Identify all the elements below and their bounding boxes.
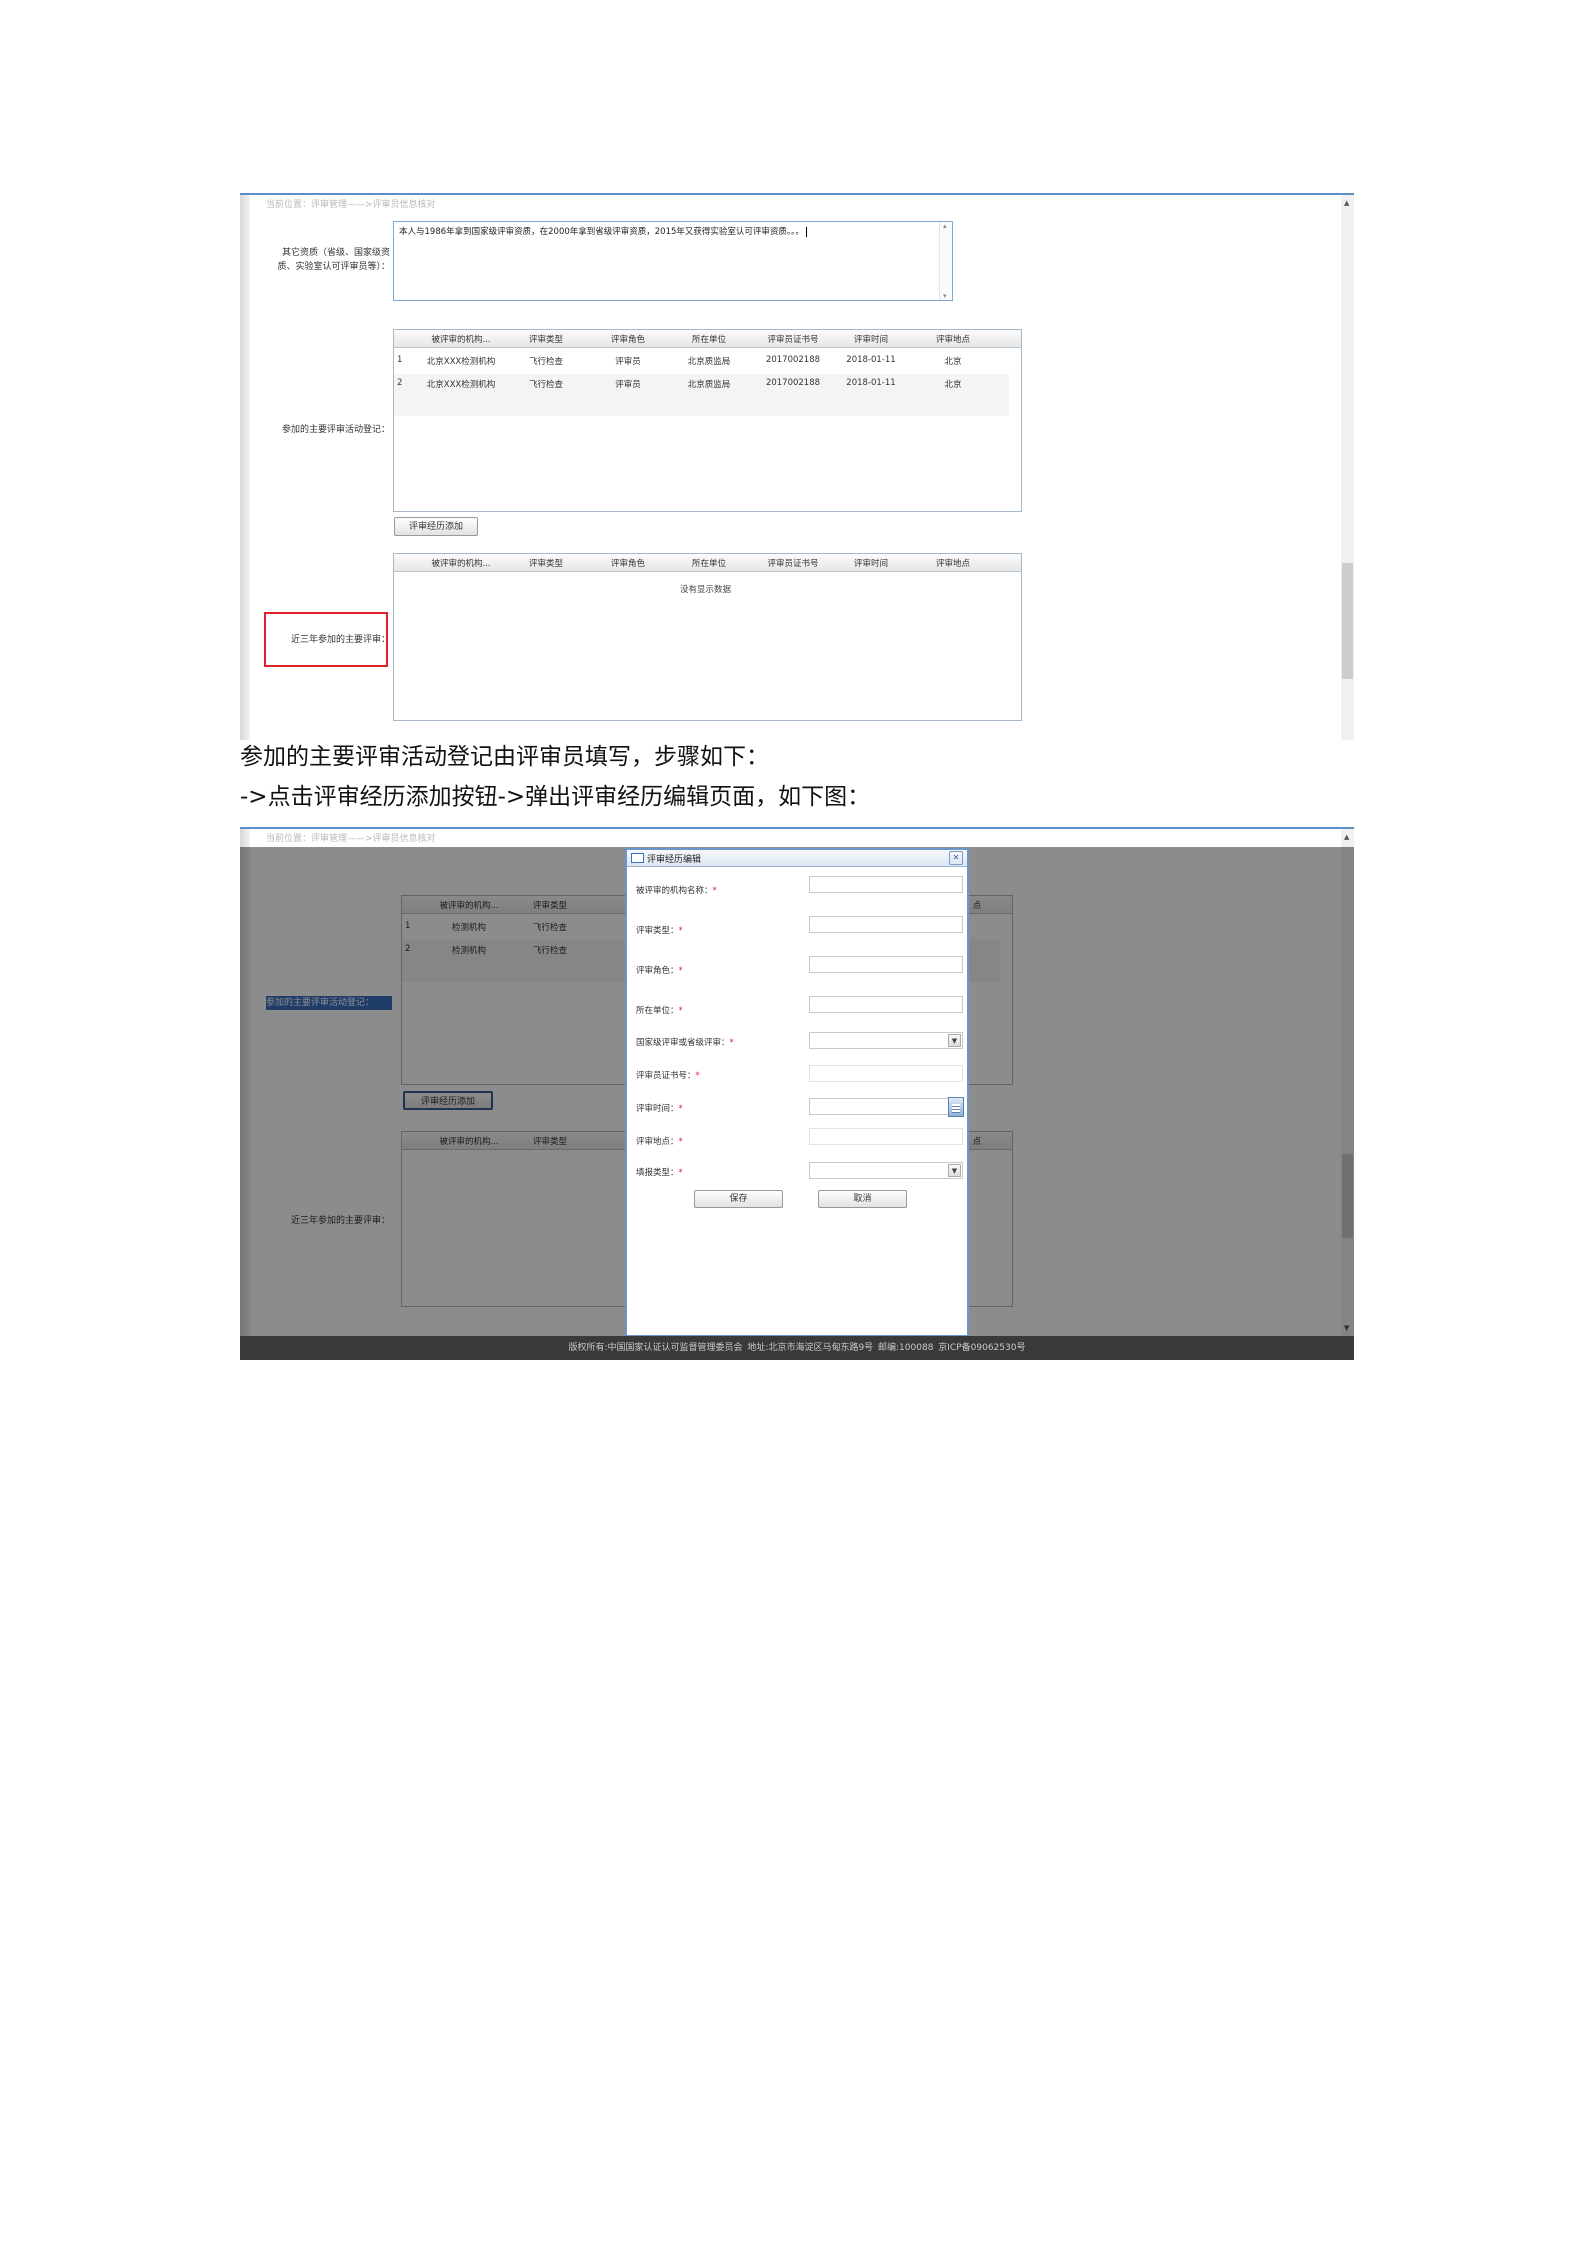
chevron-down-icon[interactable]: ▼ [948, 1164, 961, 1177]
col-unit[interactable]: 所在单位 [682, 333, 736, 345]
left-panel-edge [240, 195, 250, 740]
cert-number-input[interactable] [809, 1065, 963, 1082]
table-row[interactable]: 2 北京XXX检测机构 飞行检查 评审员 北京质监局 2017002188 20… [394, 374, 1009, 416]
review-level-select[interactable]: ▼ [809, 1032, 963, 1049]
other-quals-text: 本人与1986年拿到国家级评审资质，在2000年拿到省级评审资质，2015年又获… [399, 227, 804, 237]
col-org[interactable]: 被评审的机构... [426, 333, 496, 345]
col-cert[interactable]: 评审员证书号 [757, 333, 829, 345]
calendar-icon[interactable] [948, 1097, 964, 1117]
review-place-input[interactable] [809, 1128, 963, 1145]
textarea-scrollbar[interactable] [939, 222, 952, 300]
col-type[interactable]: 评审类型 [519, 333, 573, 345]
cancel-button[interactable]: 取消 [818, 1190, 907, 1208]
col-place[interactable]: 评审地点 [926, 333, 980, 345]
field-label-org: 被评审的机构名称：* [636, 886, 717, 896]
close-icon[interactable]: ✕ [949, 851, 963, 865]
page-footer: 版权所有:中国国家认证认可监督管理委员会 地址:北京市海淀区马甸东路9号 邮编:… [240, 1336, 1354, 1360]
window-icon [631, 853, 644, 863]
empty-table-message: 没有显示数据 [680, 585, 732, 595]
review-date-input[interactable] [809, 1097, 964, 1117]
caption-steps-intro: 参加的主要评审活动登记由评审员填写，步骤如下： [240, 744, 769, 770]
caption-steps-action: ->点击评审经历添加按钮->弹出评审经历编辑页面，如下图： [240, 784, 871, 810]
col-unit[interactable]: 所在单位 [682, 557, 736, 569]
breadcrumb: 当前位置：评审管理——>评审员信息核对 [266, 834, 436, 844]
screenshot-reviewer-info: 当前位置：评审管理——>评审员信息核对 其它资质（省级、国家级资 质、实验室认可… [240, 193, 1354, 740]
table-row[interactable]: 1 北京XXX检测机构 飞行检查 评审员 北京质监局 2017002188 20… [394, 351, 1009, 372]
review-role-input[interactable] [809, 956, 963, 973]
field-label-date: 评审时间：* [636, 1104, 683, 1114]
col-role[interactable]: 评审角色 [601, 557, 655, 569]
recent-table-header: 被评审的机构... 评审类型 评审角色 所在单位 评审员证书号 评审时间 评审地… [394, 554, 1021, 572]
other-quals-label: 其它资质（省级、国家级资 质、实验室认可评审员等）： [277, 248, 390, 272]
activity-label: 参加的主要评审活动登记： [281, 425, 390, 435]
field-label-fill-type: 填报类型：* [636, 1168, 683, 1178]
text-cursor [805, 227, 807, 237]
fill-type-select[interactable]: ▼ [809, 1162, 963, 1179]
dialog-titlebar[interactable]: 评审经历编辑 ✕ [627, 850, 967, 867]
field-label-level: 国家级评审或省级评审：* [636, 1038, 734, 1048]
scroll-up-icon[interactable]: ▲ [1344, 199, 1349, 207]
col-place[interactable]: 评审地点 [926, 557, 980, 569]
field-label-place: 评审地点：* [636, 1137, 683, 1147]
field-label-type: 评审类型：* [636, 926, 683, 936]
scrollbar-thumb[interactable] [1342, 563, 1353, 679]
field-label-cert: 评审员证书号：* [636, 1071, 700, 1081]
review-experience-dialog: 评审经历编辑 ✕ 被评审的机构名称：* 评审类型：* 评审角色：* 所在单位：*… [625, 848, 969, 1337]
col-date[interactable]: 评审时间 [844, 333, 898, 345]
col-cert[interactable]: 评审员证书号 [757, 557, 829, 569]
breadcrumb: 当前位置：评审管理——>评审员信息核对 [266, 200, 436, 210]
screenshot-edit-dialog: 当前位置：评审管理——>评审员信息核对 参加的主要评审活动登记： 被评审的机构.… [240, 827, 1354, 1360]
other-quals-textarea[interactable]: 本人与1986年拿到国家级评审资质，在2000年拿到省级评审资质，2015年又获… [393, 221, 953, 301]
page-scrollbar[interactable]: ▲ [1341, 195, 1354, 740]
field-label-unit: 所在单位：* [636, 1006, 683, 1016]
col-org[interactable]: 被评审的机构... [426, 557, 496, 569]
col-role[interactable]: 评审角色 [601, 333, 655, 345]
chevron-down-icon[interactable]: ▼ [948, 1034, 961, 1047]
add-review-experience-button[interactable]: 评审经历添加 [394, 517, 478, 536]
recent-review-label: 近三年参加的主要评审： [290, 635, 390, 645]
col-type[interactable]: 评审类型 [519, 557, 573, 569]
review-type-input[interactable] [809, 916, 963, 933]
field-label-role: 评审角色：* [636, 966, 683, 976]
col-date[interactable]: 评审时间 [844, 557, 898, 569]
recent-review-table: 被评审的机构... 评审类型 评审角色 所在单位 评审员证书号 评审时间 评审地… [393, 553, 1022, 721]
scroll-up-icon[interactable]: ▲ [1344, 833, 1349, 841]
org-name-input[interactable] [809, 876, 963, 893]
unit-input[interactable] [809, 996, 963, 1013]
activity-table-header: 被评审的机构... 评审类型 评审角色 所在单位 评审员证书号 评审时间 评审地… [394, 330, 1021, 348]
dialog-title: 评审经历编辑 [647, 855, 702, 865]
activity-table: 被评审的机构... 评审类型 评审角色 所在单位 评审员证书号 评审时间 评审地… [393, 329, 1022, 512]
save-button[interactable]: 保存 [694, 1190, 783, 1208]
